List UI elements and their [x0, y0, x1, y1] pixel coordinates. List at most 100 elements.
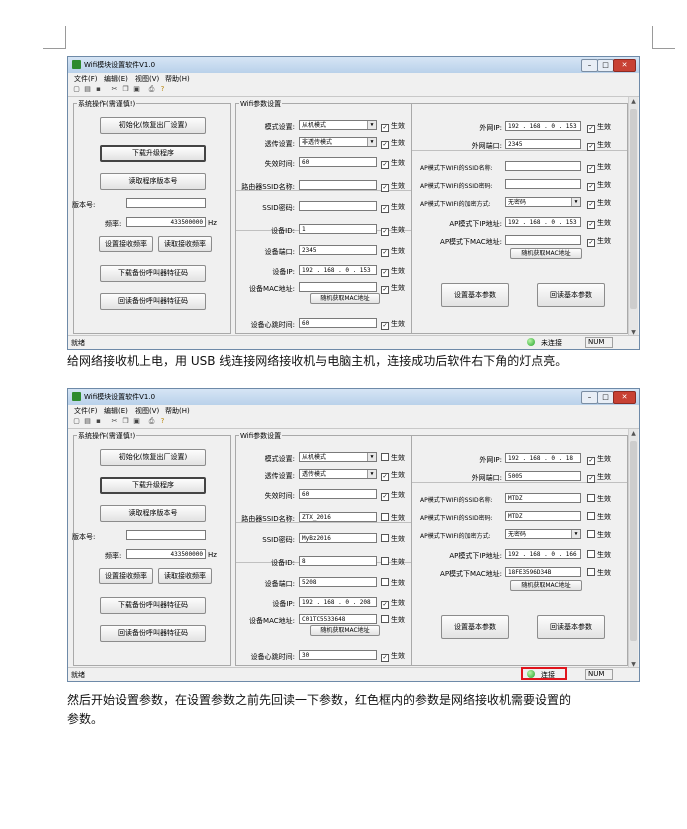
- ap-pwd-field[interactable]: MTDZ: [505, 511, 581, 521]
- download-program-button[interactable]: 下载升级程序: [100, 145, 206, 162]
- new-file-icon[interactable]: ▢: [72, 417, 81, 426]
- scroll-up-icon[interactable]: ▲: [629, 429, 638, 438]
- heartbeat-enable-checkbox[interactable]: ✓ 生效: [381, 319, 405, 330]
- ap-ip-field[interactable]: 192 . 168 . 0 . 166: [505, 549, 581, 559]
- cut-icon[interactable]: ✂: [110, 85, 119, 94]
- open-folder-icon[interactable]: ▤: [83, 417, 92, 426]
- init-button[interactable]: 初始化(恢复出厂设置): [100, 117, 206, 134]
- device-ip-enable-checkbox[interactable]: ✓ 生效: [381, 598, 405, 609]
- vertical-scrollbar[interactable]: ▲ ▼: [628, 97, 638, 337]
- menu-view[interactable]: 视图(V): [135, 406, 159, 416]
- ext-ip-field[interactable]: 192 . 168 . 0 . 153: [505, 121, 581, 131]
- menu-file[interactable]: 文件(F): [74, 74, 98, 84]
- ext-port-field[interactable]: 2345: [505, 139, 581, 149]
- title-bar[interactable]: Wifi模块设置软件V1.0 – □ ✕: [68, 57, 639, 73]
- ap-enc-enable-checkbox[interactable]: ✓ 生效: [587, 198, 611, 209]
- ap-random-mac-button[interactable]: 随机获取MAC地址: [510, 580, 582, 591]
- close-button[interactable]: ✕: [613, 59, 636, 72]
- heartbeat-enable-checkbox[interactable]: ✓ 生效: [381, 651, 405, 662]
- transfer-select[interactable]: 非透传模式 ▼: [299, 137, 377, 147]
- save-icon[interactable]: ▪: [94, 417, 103, 426]
- new-file-icon[interactable]: ▢: [72, 85, 81, 94]
- maximize-button[interactable]: □: [597, 59, 614, 72]
- device-mac-enable-checkbox[interactable]: 生效: [381, 615, 405, 625]
- set-params-button[interactable]: 设置基本参数: [441, 283, 509, 307]
- menu-help[interactable]: 帮助(H): [165, 74, 190, 84]
- vertical-scrollbar[interactable]: ▲ ▼: [628, 429, 638, 669]
- set-params-button[interactable]: 设置基本参数: [441, 615, 509, 639]
- device-mac-field[interactable]: C01TC5533648: [299, 614, 377, 624]
- ap-ip-enable-checkbox[interactable]: 生效: [587, 550, 611, 560]
- read-params-button[interactable]: 回读基本参数: [537, 615, 605, 639]
- print-icon[interactable]: ⎙: [147, 417, 156, 426]
- scroll-up-icon[interactable]: ▲: [629, 97, 638, 106]
- copy-icon[interactable]: ❐: [121, 85, 130, 94]
- random-mac-button[interactable]: 随机获取MAC地址: [310, 625, 380, 636]
- ap-ssid-field[interactable]: MTDZ: [505, 493, 581, 503]
- ssid-pwd-field[interactable]: MyBz2016: [299, 533, 377, 543]
- ap-ssid-field[interactable]: [505, 161, 581, 171]
- download-program-button[interactable]: 下载升级程序: [100, 477, 206, 494]
- menu-help[interactable]: 帮助(H): [165, 406, 190, 416]
- minimize-button[interactable]: –: [581, 391, 598, 404]
- device-mac-enable-checkbox[interactable]: ✓ 生效: [381, 283, 405, 294]
- ap-random-mac-button[interactable]: 随机获取MAC地址: [510, 248, 582, 259]
- paste-icon[interactable]: ▣: [132, 85, 141, 94]
- read-code-button[interactable]: 回读备份呼叫器特征码: [100, 293, 206, 310]
- read-freq-button[interactable]: 读取接收频率: [158, 568, 212, 584]
- heartbeat-field[interactable]: 30: [299, 650, 377, 660]
- help-icon[interactable]: ?: [158, 85, 167, 94]
- mode-enable-checkbox[interactable]: ✓ 生效: [381, 121, 405, 132]
- menu-file[interactable]: 文件(F): [74, 406, 98, 416]
- transfer-select[interactable]: 透传模式 ▼: [299, 469, 377, 479]
- ext-ip-field[interactable]: 192 . 168 . 0 . 18: [505, 453, 581, 463]
- ap-ssid-enable-checkbox[interactable]: 生效: [587, 494, 611, 504]
- version-field[interactable]: [126, 530, 206, 540]
- ap-mac-enable-checkbox[interactable]: ✓ 生效: [587, 236, 611, 247]
- ap-mac-field[interactable]: [505, 235, 581, 245]
- menu-edit[interactable]: 编辑(E): [104, 74, 128, 84]
- device-ip-field[interactable]: 192 . 168 . 0 . 208: [299, 597, 377, 607]
- ap-enc-select[interactable]: 无密码 ▼: [505, 197, 581, 207]
- device-ip-enable-checkbox[interactable]: ✓ 生效: [381, 266, 405, 277]
- chevron-down-icon[interactable]: ▼: [367, 453, 376, 461]
- timeout-enable-checkbox[interactable]: ✓ 生效: [381, 490, 405, 501]
- open-folder-icon[interactable]: ▤: [83, 85, 92, 94]
- chevron-down-icon[interactable]: ▼: [367, 138, 376, 146]
- read-version-button[interactable]: 读取程序版本号: [100, 173, 206, 190]
- device-id-field[interactable]: 8: [299, 556, 377, 566]
- paste-icon[interactable]: ▣: [132, 417, 141, 426]
- timeout-field[interactable]: 60: [299, 489, 377, 499]
- ssid-pwd-field[interactable]: [299, 201, 377, 211]
- read-version-button[interactable]: 读取程序版本号: [100, 505, 206, 522]
- ap-enc-enable-checkbox[interactable]: 生效: [587, 530, 611, 540]
- ext-ip-enable-checkbox[interactable]: ✓ 生效: [587, 122, 611, 133]
- ap-ssid-enable-checkbox[interactable]: ✓ 生效: [587, 162, 611, 173]
- transfer-enable-checkbox[interactable]: ✓ 生效: [381, 470, 405, 481]
- device-port-enable-checkbox[interactable]: 生效: [381, 578, 405, 588]
- router-ssid-field[interactable]: [299, 180, 377, 190]
- version-field[interactable]: [126, 198, 206, 208]
- device-id-enable-checkbox[interactable]: 生效: [381, 557, 405, 567]
- router-ssid-enable-checkbox[interactable]: ✓ 生效: [381, 181, 405, 192]
- ext-port-field[interactable]: 5005: [505, 471, 581, 481]
- read-code-button[interactable]: 回读备份呼叫器特征码: [100, 625, 206, 642]
- chevron-down-icon[interactable]: ▼: [571, 530, 580, 538]
- ext-port-enable-checkbox[interactable]: ✓ 生效: [587, 472, 611, 483]
- device-port-enable-checkbox[interactable]: ✓ 生效: [381, 246, 405, 257]
- menu-edit[interactable]: 编辑(E): [104, 406, 128, 416]
- maximize-button[interactable]: □: [597, 391, 614, 404]
- mode-select[interactable]: 从机模式 ▼: [299, 452, 377, 462]
- print-icon[interactable]: ⎙: [147, 85, 156, 94]
- random-mac-button[interactable]: 随机获取MAC地址: [310, 293, 380, 304]
- ap-mac-field[interactable]: 18FE3596D34B: [505, 567, 581, 577]
- chevron-down-icon[interactable]: ▼: [571, 198, 580, 206]
- chevron-down-icon[interactable]: ▼: [367, 121, 376, 129]
- menu-view[interactable]: 视图(V): [135, 74, 159, 84]
- ext-ip-enable-checkbox[interactable]: ✓ 生效: [587, 454, 611, 465]
- ext-port-enable-checkbox[interactable]: ✓ 生效: [587, 140, 611, 151]
- scroll-thumb[interactable]: [630, 441, 637, 641]
- scroll-thumb[interactable]: [630, 109, 637, 309]
- chevron-down-icon[interactable]: ▼: [367, 470, 376, 478]
- router-ssid-field[interactable]: ZTX_2016: [299, 512, 377, 522]
